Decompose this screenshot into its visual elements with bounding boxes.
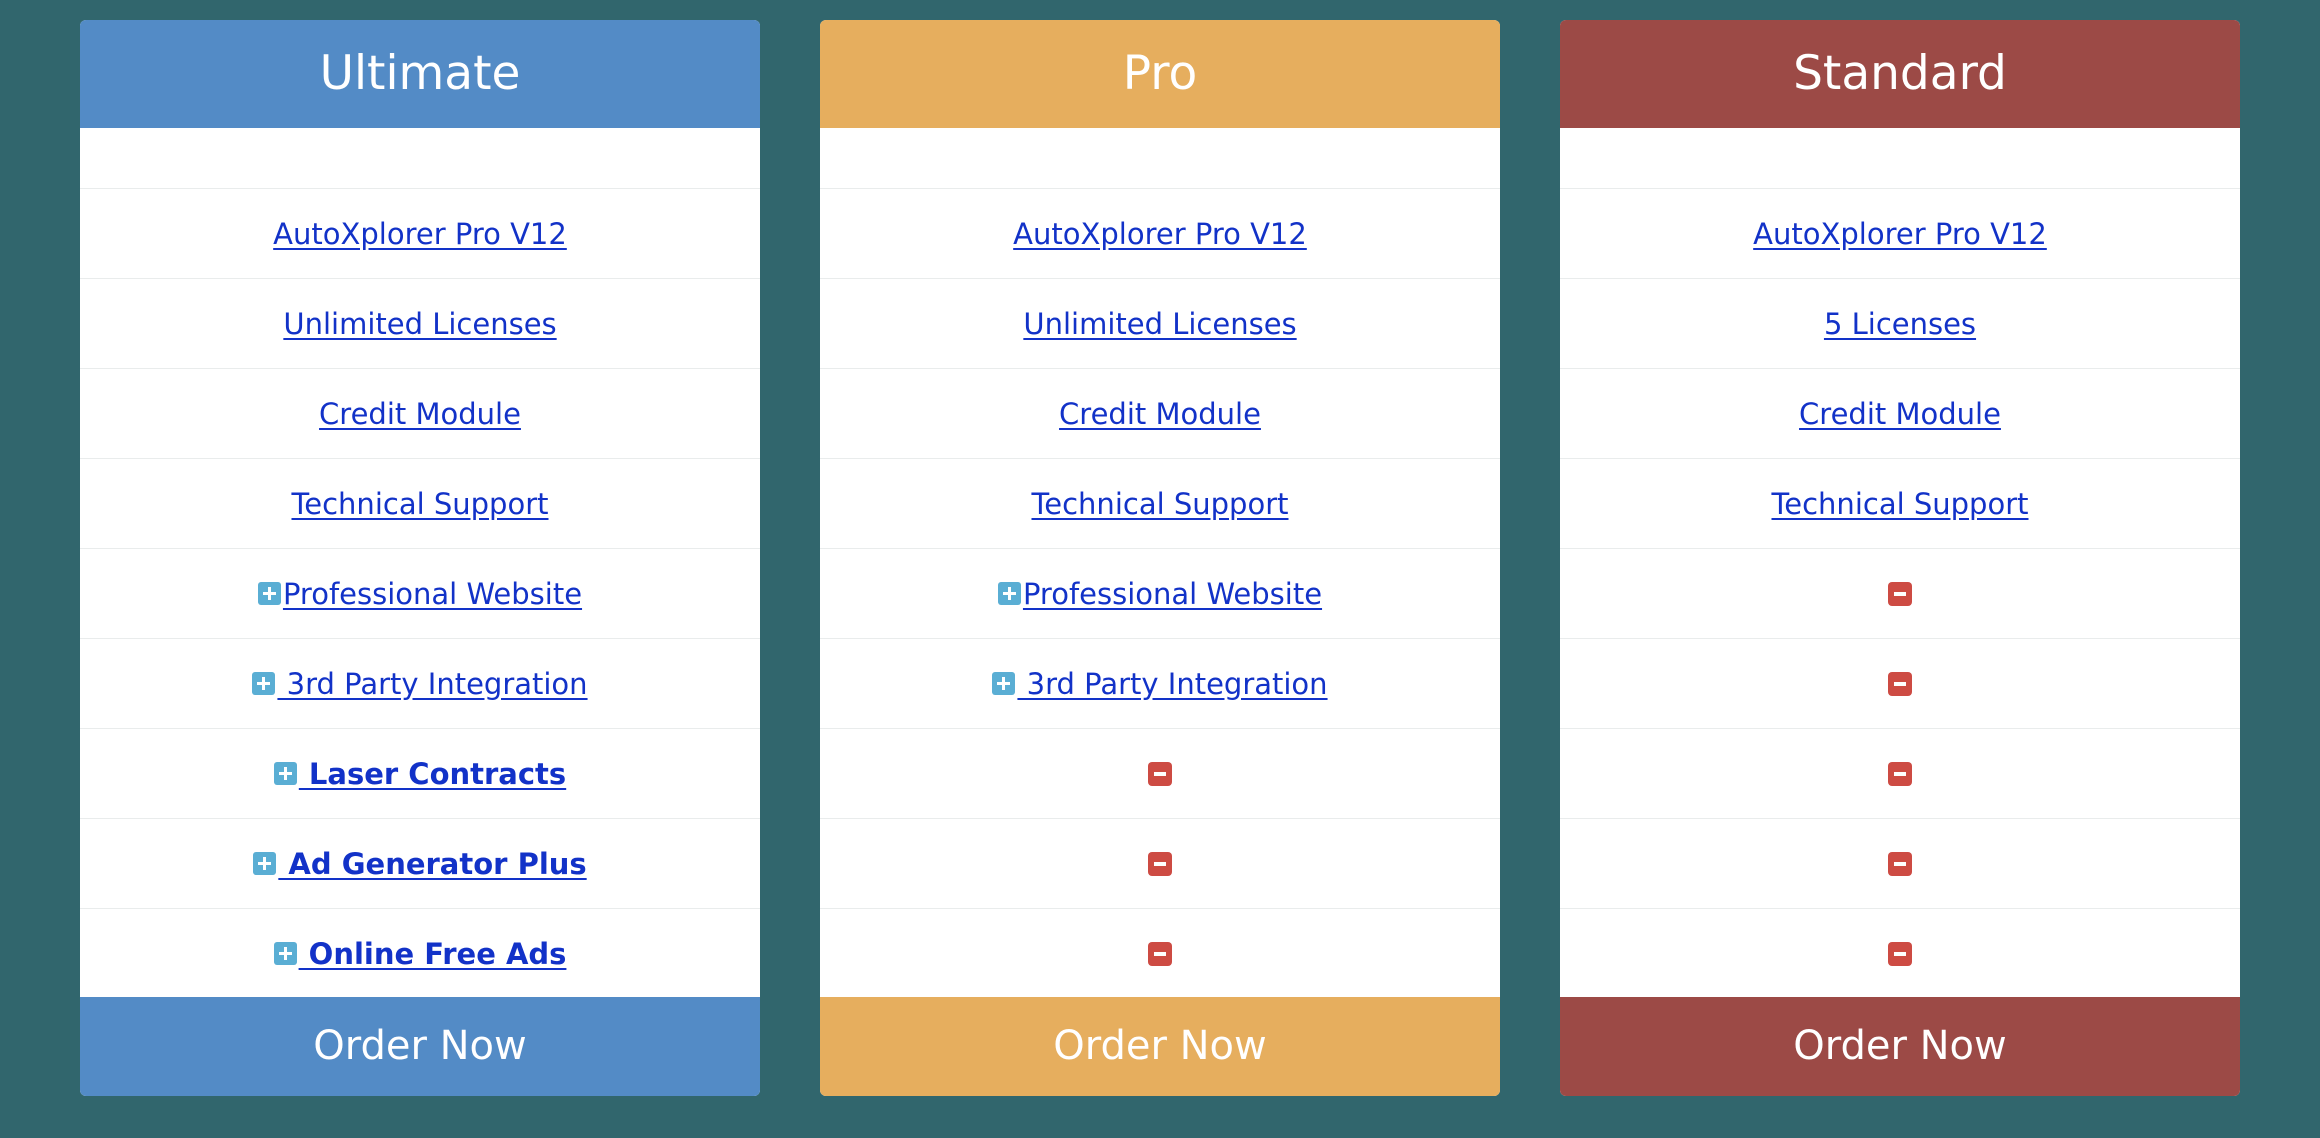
feature-row: Credit Module bbox=[80, 369, 760, 459]
plus-square-icon bbox=[257, 582, 281, 605]
feature-label: Credit Module bbox=[1059, 396, 1261, 431]
feature-list: AutoXplorer Pro V12 5 Licenses Credit Mo… bbox=[1560, 189, 2240, 999]
minus-square-icon bbox=[1888, 941, 1912, 966]
feature-link[interactable]: AutoXplorer Pro V12 bbox=[273, 217, 567, 251]
feature-link[interactable]: Professional Website bbox=[997, 576, 1323, 611]
feature-row: AutoXplorer Pro V12 bbox=[80, 189, 760, 279]
feature-label: Credit Module bbox=[319, 396, 521, 431]
feature-row bbox=[1560, 639, 2240, 729]
feature-row: Unlimited Licenses bbox=[820, 279, 1500, 369]
minus-square-icon bbox=[1888, 761, 1912, 786]
plus-square-icon bbox=[997, 582, 1021, 605]
feature-label: Unlimited Licenses bbox=[283, 306, 557, 341]
feature-link[interactable]: Unlimited Licenses bbox=[283, 307, 556, 341]
feature-row: Technical Support bbox=[80, 459, 760, 549]
feature-label: 5 Licenses bbox=[1823, 306, 1977, 341]
feature-row: Technical Support bbox=[820, 459, 1500, 549]
order-now-button[interactable]: Order Now bbox=[1560, 997, 2240, 1096]
feature-list: AutoXplorer Pro V12 Unlimited Licenses C… bbox=[820, 189, 1500, 999]
feature-row: Laser Contracts bbox=[80, 729, 760, 819]
feature-row bbox=[1560, 729, 2240, 819]
plus-square-icon bbox=[273, 942, 297, 965]
spacer-row bbox=[1560, 128, 2240, 189]
feature-link[interactable]: Technical Support bbox=[1031, 487, 1288, 521]
feature-link[interactable]: AutoXplorer Pro V12 bbox=[1753, 217, 2047, 251]
feature-list: AutoXplorer Pro V12 Unlimited Licenses C… bbox=[80, 189, 760, 999]
feature-label: Professional Website bbox=[1022, 576, 1323, 611]
feature-label: Technical Support bbox=[291, 486, 549, 521]
feature-link[interactable]: Credit Module bbox=[1059, 397, 1261, 431]
feature-row: AutoXplorer Pro V12 bbox=[820, 189, 1500, 279]
plan-title: Ultimate bbox=[80, 20, 760, 128]
order-now-button[interactable]: Order Now bbox=[80, 997, 760, 1096]
feature-link[interactable]: Technical Support bbox=[1771, 487, 2028, 521]
feature-row: Professional Website bbox=[80, 549, 760, 639]
feature-row: AutoXplorer Pro V12 bbox=[1560, 189, 2240, 279]
order-now-button[interactable]: Order Now bbox=[820, 997, 1500, 1096]
feature-row bbox=[820, 909, 1500, 999]
feature-label: AutoXplorer Pro V12 bbox=[273, 216, 567, 251]
minus-square-icon bbox=[1888, 581, 1912, 606]
feature-label: Unlimited Licenses bbox=[1023, 306, 1297, 341]
plan-card-ultimate: Ultimate AutoXplorer Pro V12 Unlimited L… bbox=[80, 20, 760, 1096]
plan-card-pro: Pro AutoXplorer Pro V12 Unlimited Licens… bbox=[820, 20, 1500, 1096]
feature-link[interactable]: Technical Support bbox=[291, 487, 548, 521]
feature-link[interactable]: 3rd Party Integration bbox=[252, 666, 588, 701]
feature-row bbox=[1560, 909, 2240, 999]
minus-square-icon bbox=[1888, 851, 1912, 876]
feature-row bbox=[1560, 549, 2240, 639]
feature-label: Professional Website bbox=[282, 576, 583, 611]
feature-link[interactable]: Ad Generator Plus bbox=[253, 846, 587, 881]
minus-square-icon bbox=[1888, 671, 1912, 696]
feature-row bbox=[820, 819, 1500, 909]
feature-label: Ad Generator Plus bbox=[278, 846, 587, 881]
feature-label: Credit Module bbox=[1799, 396, 2001, 431]
minus-square-icon bbox=[1148, 941, 1172, 966]
feature-label: AutoXplorer Pro V12 bbox=[1753, 216, 2047, 251]
plus-square-icon bbox=[252, 672, 276, 695]
spacer-row bbox=[80, 128, 760, 189]
feature-row bbox=[1560, 819, 2240, 909]
feature-row: Credit Module bbox=[820, 369, 1500, 459]
feature-label: Laser Contracts bbox=[298, 756, 567, 791]
feature-row: Credit Module bbox=[1560, 369, 2240, 459]
feature-link[interactable]: Unlimited Licenses bbox=[1023, 307, 1296, 341]
feature-row: Ad Generator Plus bbox=[80, 819, 760, 909]
feature-link[interactable]: Credit Module bbox=[1799, 397, 2001, 431]
feature-link[interactable]: Professional Website bbox=[257, 576, 583, 611]
feature-row bbox=[820, 729, 1500, 819]
feature-label: 3rd Party Integration bbox=[1017, 666, 1328, 701]
feature-link[interactable]: 3rd Party Integration bbox=[992, 666, 1328, 701]
feature-label: Online Free Ads bbox=[298, 936, 567, 971]
feature-row: Online Free Ads bbox=[80, 909, 760, 999]
feature-row: 5 Licenses bbox=[1560, 279, 2240, 369]
feature-label: Technical Support bbox=[1031, 486, 1289, 521]
feature-link[interactable]: Credit Module bbox=[319, 397, 521, 431]
feature-link[interactable]: Laser Contracts bbox=[273, 756, 567, 791]
plus-square-icon bbox=[253, 852, 277, 875]
feature-label: AutoXplorer Pro V12 bbox=[1013, 216, 1307, 251]
plus-square-icon bbox=[273, 762, 297, 785]
plan-card-standard: Standard AutoXplorer Pro V12 5 Licenses … bbox=[1560, 20, 2240, 1096]
plus-square-icon bbox=[992, 672, 1016, 695]
feature-link[interactable]: AutoXplorer Pro V12 bbox=[1013, 217, 1307, 251]
feature-link[interactable]: Online Free Ads bbox=[273, 936, 567, 971]
plan-title: Standard bbox=[1560, 20, 2240, 128]
feature-label: Technical Support bbox=[1771, 486, 2029, 521]
feature-row: Professional Website bbox=[820, 549, 1500, 639]
plan-title: Pro bbox=[820, 20, 1500, 128]
minus-square-icon bbox=[1148, 851, 1172, 876]
spacer-row bbox=[820, 128, 1500, 189]
feature-row: 3rd Party Integration bbox=[820, 639, 1500, 729]
feature-row: 3rd Party Integration bbox=[80, 639, 760, 729]
feature-label: 3rd Party Integration bbox=[277, 666, 588, 701]
minus-square-icon bbox=[1148, 761, 1172, 786]
feature-link[interactable]: 5 Licenses bbox=[1824, 307, 1976, 341]
feature-row: Technical Support bbox=[1560, 459, 2240, 549]
feature-row: Unlimited Licenses bbox=[80, 279, 760, 369]
